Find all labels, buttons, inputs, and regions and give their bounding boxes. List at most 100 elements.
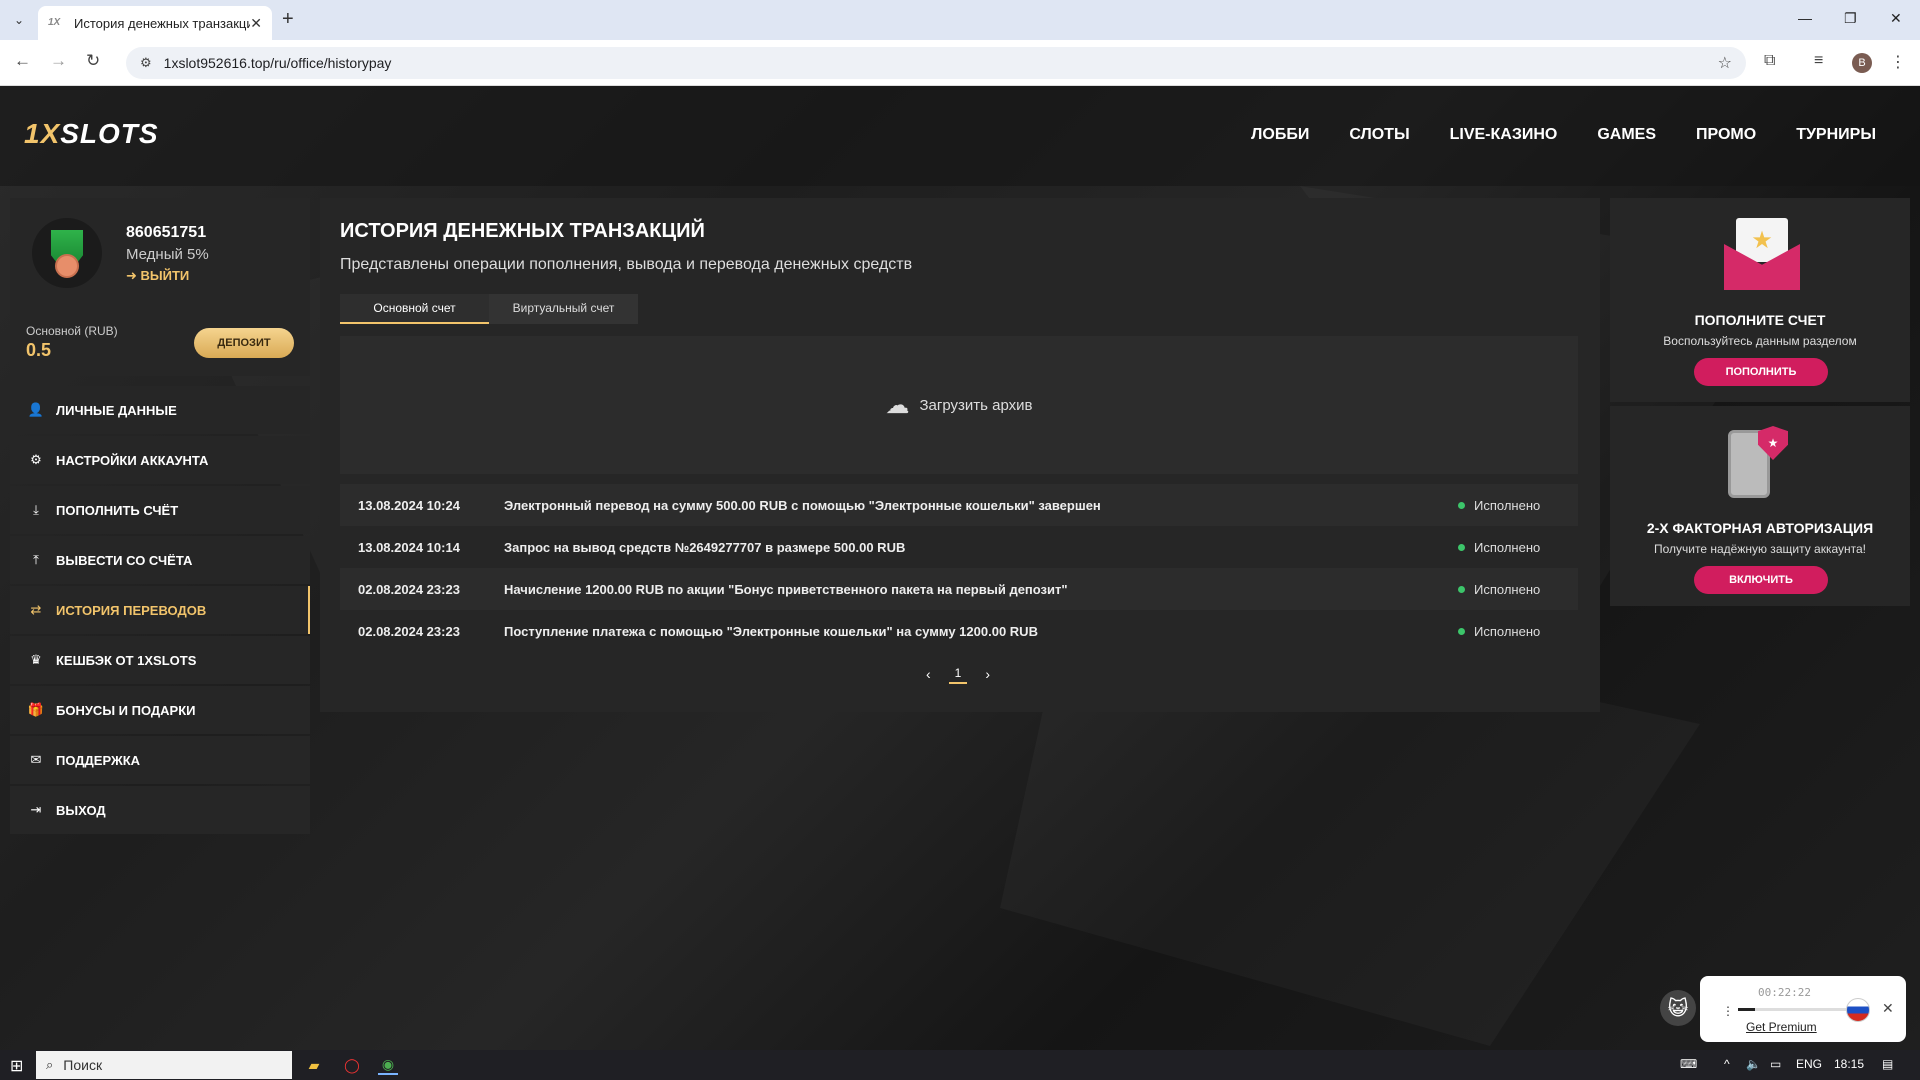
- site-info-icon[interactable]: ⚙: [140, 55, 152, 71]
- mail-icon: ✉: [30, 752, 42, 767]
- tx-description: Запрос на вывод средств №2649277707 в ра…: [504, 539, 906, 555]
- page-number[interactable]: 1: [948, 664, 968, 684]
- browser-tab-bar: ⌄ 1X История денежных транзакций ✕ + — ❐…: [0, 0, 1920, 40]
- extensions-icon[interactable]: ⧉: [1764, 52, 1775, 70]
- status-dot-icon: [1458, 543, 1465, 551]
- promo-title: ПОПОЛНИТЕ СЧЕТ: [1694, 312, 1826, 328]
- cloud-download-icon: ☁: [885, 391, 910, 419]
- site-logo[interactable]: 1XSLOTS: [24, 118, 159, 150]
- tab-search-chevron-icon[interactable]: ⌄: [8, 9, 30, 31]
- taskbar-search[interactable]: ⌕ Поиск: [36, 1051, 292, 1079]
- balance-label: Основной (RUB): [26, 324, 118, 338]
- tab-close-icon[interactable]: ✕: [250, 15, 262, 32]
- account-tabs: Основной счет Виртуальный счет: [340, 294, 638, 324]
- site-header: 1XSLOTS ЛОББИ СЛОТЫ LIVE-КАЗИНО GAMES ПР…: [0, 86, 1920, 186]
- crown-icon: ♛: [30, 652, 42, 667]
- language-indicator[interactable]: ENG: [1796, 1057, 1822, 1071]
- menu-item-label: ИСТОРИЯ ПЕРЕВОДОВ: [56, 602, 207, 618]
- minimize-icon[interactable]: —: [1798, 10, 1812, 26]
- tx-description: Начисление 1200.00 RUB по акции "Бонус п…: [504, 581, 1068, 597]
- envelope-star-icon: ★: [1724, 218, 1800, 290]
- next-page-icon[interactable]: ›: [985, 666, 990, 682]
- deposit-button[interactable]: ДЕПОЗИТ: [194, 328, 294, 358]
- menu-item-deposit[interactable]: ⤓ ПОПОЛНИТЬ СЧЁТ: [10, 486, 310, 534]
- site-favicon-icon: 1X: [48, 17, 61, 28]
- menu-item-bonuses[interactable]: 🎁 БОНУСЫ И ПОДАРКИ: [10, 686, 310, 734]
- status-text: Исполнено: [1474, 623, 1541, 639]
- forward-icon[interactable]: →: [50, 51, 67, 71]
- notifications-icon[interactable]: ▤: [1882, 1057, 1893, 1071]
- address-bar[interactable]: ⚙ 1xslot952616.top/ru/office/historypay …: [126, 47, 1746, 79]
- profile-avatar[interactable]: B: [1852, 53, 1872, 73]
- enable-2fa-button[interactable]: ВКЛЮЧИТЬ: [1694, 566, 1828, 594]
- bookmark-star-icon[interactable]: ☆: [1718, 53, 1732, 73]
- medal-icon: [32, 218, 102, 288]
- table-row: 02.08.2024 23:23 Начисление 1200.00 RUB …: [340, 568, 1578, 610]
- status-text: Исполнено: [1474, 581, 1541, 597]
- menu-item-cashback[interactable]: ♛ КЕШБЭК ОТ 1XSLOTS: [10, 636, 310, 684]
- mascot-icon[interactable]: 😺: [1660, 990, 1696, 1026]
- top-up-button[interactable]: ПОПОЛНИТЬ: [1694, 358, 1828, 386]
- download-archive-button[interactable]: ☁ Загрузить архив: [340, 336, 1578, 474]
- transaction-history-panel: ИСТОРИЯ ДЕНЕЖНЫХ ТРАНЗАКЦИЙ Представлены…: [320, 198, 1600, 712]
- tray-chevron-icon[interactable]: ^: [1724, 1057, 1730, 1071]
- tx-date: 13.08.2024 10:24: [358, 497, 460, 513]
- tx-description: Поступление платежа с помощью "Электронн…: [504, 623, 1038, 639]
- opera-icon[interactable]: ◯: [342, 1055, 362, 1075]
- menu-item-label: ВЫХОД: [56, 802, 106, 818]
- download-icon: ⤓: [33, 502, 39, 517]
- promo-subtitle: Получите надёжную защиту аккаунта!: [1653, 542, 1866, 556]
- media-control-icon[interactable]: ≡: [1814, 52, 1823, 70]
- tx-date: 02.08.2024 23:23: [358, 581, 460, 597]
- nav-slots[interactable]: СЛОТЫ: [1349, 126, 1409, 144]
- status-badge: Исполнено: [1458, 624, 1578, 639]
- prev-page-icon[interactable]: ‹: [926, 666, 931, 682]
- nav-live-casino[interactable]: LIVE-КАЗИНО: [1450, 126, 1558, 144]
- browser-tab[interactable]: 1X История денежных транзакций ✕: [38, 6, 272, 40]
- archive-label: Загрузить архив: [919, 396, 1033, 414]
- page-subtitle: Представлены операции пополнения, вывода…: [340, 256, 913, 273]
- restore-icon[interactable]: ❐: [1844, 10, 1857, 27]
- tx-date: 02.08.2024 23:23: [358, 623, 460, 639]
- nav-promo[interactable]: ПРОМО: [1696, 126, 1756, 144]
- nav-tournaments[interactable]: ТУРНИРЫ: [1796, 126, 1876, 144]
- menu-item-withdraw[interactable]: ⤒ ВЫВЕСТИ СО СЧЁТА: [10, 536, 310, 584]
- chrome-icon[interactable]: ◉: [378, 1055, 398, 1075]
- network-icon[interactable]: ▭: [1770, 1057, 1781, 1071]
- get-premium-link[interactable]: Get Premium: [1746, 1020, 1817, 1034]
- browser-menu-icon[interactable]: ⋮: [1890, 52, 1906, 72]
- two-factor-promo-card: ★ 2-Х ФАКТОРНАЯ АВТОРИЗАЦИЯ Получите над…: [1610, 406, 1910, 606]
- tab-main-account[interactable]: Основной счет: [340, 294, 489, 324]
- file-explorer-icon[interactable]: ▰: [304, 1055, 324, 1075]
- main-nav: ЛОББИ СЛОТЫ LIVE-КАЗИНО GAMES ПРОМО ТУРН…: [1251, 126, 1876, 144]
- table-row: 02.08.2024 23:23 Поступление платежа с п…: [340, 610, 1578, 652]
- russia-flag-icon[interactable]: [1846, 998, 1870, 1022]
- nav-lobby[interactable]: ЛОББИ: [1251, 126, 1309, 144]
- menu-item-transfer-history[interactable]: ⇄ ИСТОРИЯ ПЕРЕВОДОВ: [10, 586, 310, 634]
- menu-item-personal-data[interactable]: 👤 ЛИЧНЫЕ ДАННЫЕ: [10, 386, 310, 434]
- site-page: 1XSLOTS ЛОББИ СЛОТЫ LIVE-КАЗИНО GAMES ПР…: [0, 86, 1920, 1050]
- status-dot-icon: [1458, 501, 1465, 509]
- widget-menu-icon[interactable]: ⋮: [1722, 1004, 1734, 1018]
- window-close-icon[interactable]: ✕: [1890, 10, 1902, 27]
- menu-item-label: БОНУСЫ И ПОДАРКИ: [56, 702, 196, 718]
- menu-item-account-settings[interactable]: ⚙ НАСТРОЙКИ АККАУНТА: [10, 436, 310, 484]
- keyboard-icon[interactable]: ⌨: [1680, 1057, 1697, 1071]
- new-tab-icon[interactable]: +: [282, 8, 294, 31]
- logout-link[interactable]: ➜ ВЫЙТИ: [126, 268, 189, 284]
- nav-games[interactable]: GAMES: [1597, 126, 1656, 144]
- menu-item-label: ЛИЧНЫЕ ДАННЫЕ: [56, 402, 177, 418]
- clock[interactable]: 18:15: [1834, 1057, 1864, 1071]
- menu-item-exit[interactable]: ⇥ ВЫХОД: [10, 786, 310, 834]
- back-icon[interactable]: ←: [14, 51, 31, 71]
- search-icon: ⌕: [46, 1057, 54, 1072]
- widget-close-icon[interactable]: ✕: [1882, 1000, 1894, 1017]
- tab-virtual-account[interactable]: Виртуальный счет: [489, 294, 638, 324]
- user-level: Медный 5%: [126, 246, 209, 263]
- promo-title: 2-Х ФАКТОРНАЯ АВТОРИЗАЦИЯ: [1646, 520, 1874, 536]
- menu-item-label: ПОДДЕРЖКА: [56, 752, 141, 768]
- windows-start-icon[interactable]: ⊞: [10, 1056, 23, 1076]
- volume-icon[interactable]: 🔈: [1746, 1057, 1761, 1071]
- reload-icon[interactable]: ↻: [86, 51, 100, 71]
- menu-item-support[interactable]: ✉ ПОДДЕРЖКА: [10, 736, 310, 784]
